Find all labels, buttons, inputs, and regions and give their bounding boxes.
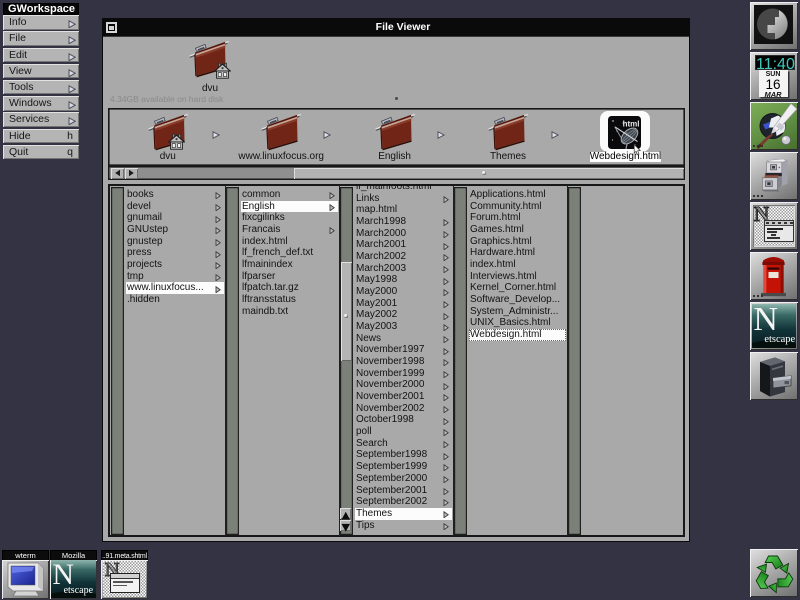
svg-text:html: html <box>622 119 639 128</box>
